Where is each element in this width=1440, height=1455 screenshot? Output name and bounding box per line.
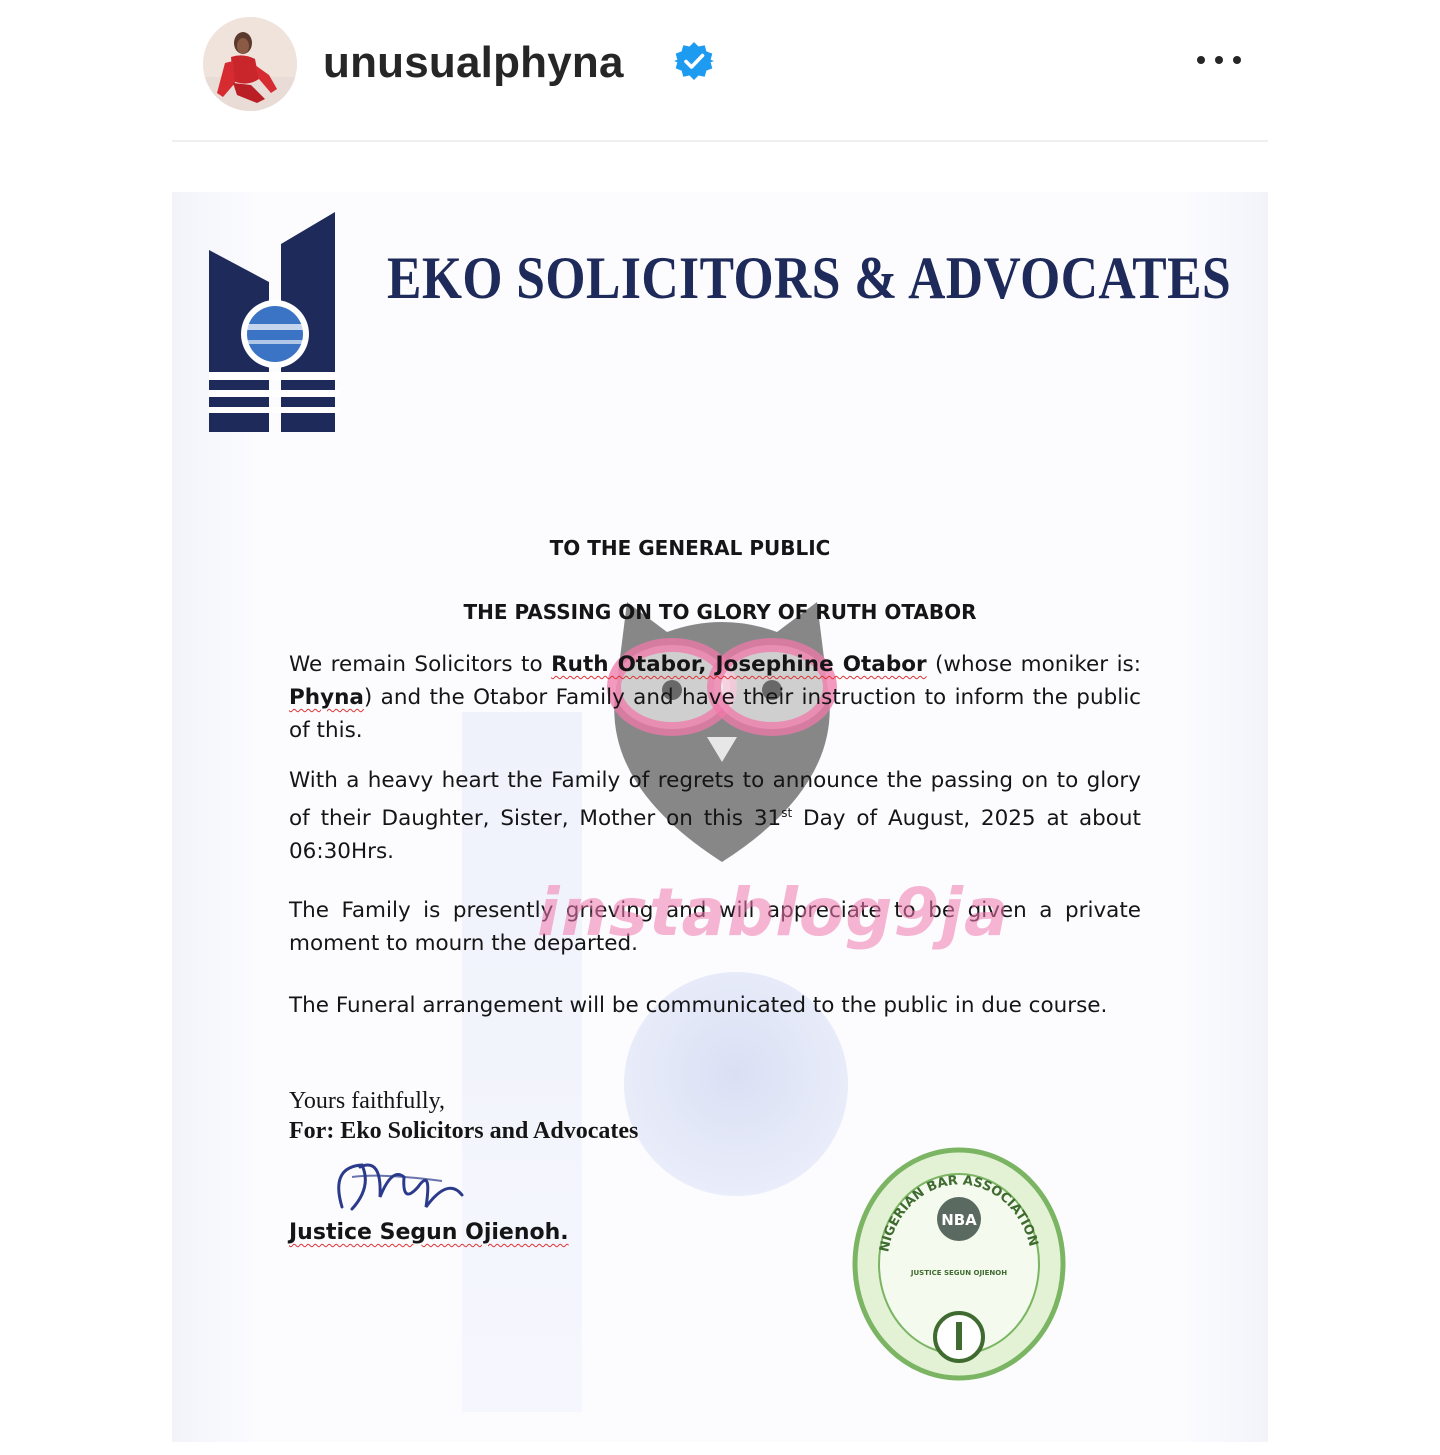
username[interactable]: unusualphyna	[323, 38, 624, 88]
paragraph-1: We remain Solicitors to Ruth Otabor, Jos…	[289, 652, 1141, 743]
firm-name: EKO SOLICITORS & ADVOCATES	[387, 245, 1232, 311]
post-image-document: EKO SOLICITORS & ADVOCATES TO THE GENERA…	[172, 192, 1268, 1442]
svg-text:NBA: NBA	[941, 1211, 977, 1229]
heading-passing: THE PASSING ON TO GLORY OF RUTH OTABOR	[463, 600, 977, 624]
signatory-name: Justice Segun Ojienoh.	[289, 1220, 569, 1245]
avatar[interactable]	[203, 17, 297, 111]
header-divider	[172, 140, 1268, 142]
paragraph-2: With a heavy heart the Family of regrets…	[289, 768, 1141, 865]
post-header: unusualphyna	[0, 0, 1440, 140]
watermark-text: instablog9ja	[537, 874, 1010, 951]
closing-firm: For: Eko Solicitors and Advocates	[289, 1118, 639, 1144]
more-options-icon[interactable]	[1194, 44, 1244, 74]
verified-badge-icon	[674, 42, 714, 80]
heading-general-public: TO THE GENERAL PUBLIC	[549, 536, 831, 560]
paragraph-4: The Funeral arrangement will be communic…	[289, 993, 1108, 1018]
svg-text:JUSTICE SEGUN OJIENOH: JUSTICE SEGUN OJIENOH	[910, 1269, 1007, 1277]
nba-seal-stamp: NIGERIAN BAR ASSOCIATION NBA JUSTICE SEG…	[852, 1147, 1066, 1381]
closing-line: Yours faithfully,	[289, 1088, 446, 1114]
firm-logo-icon	[209, 212, 339, 432]
